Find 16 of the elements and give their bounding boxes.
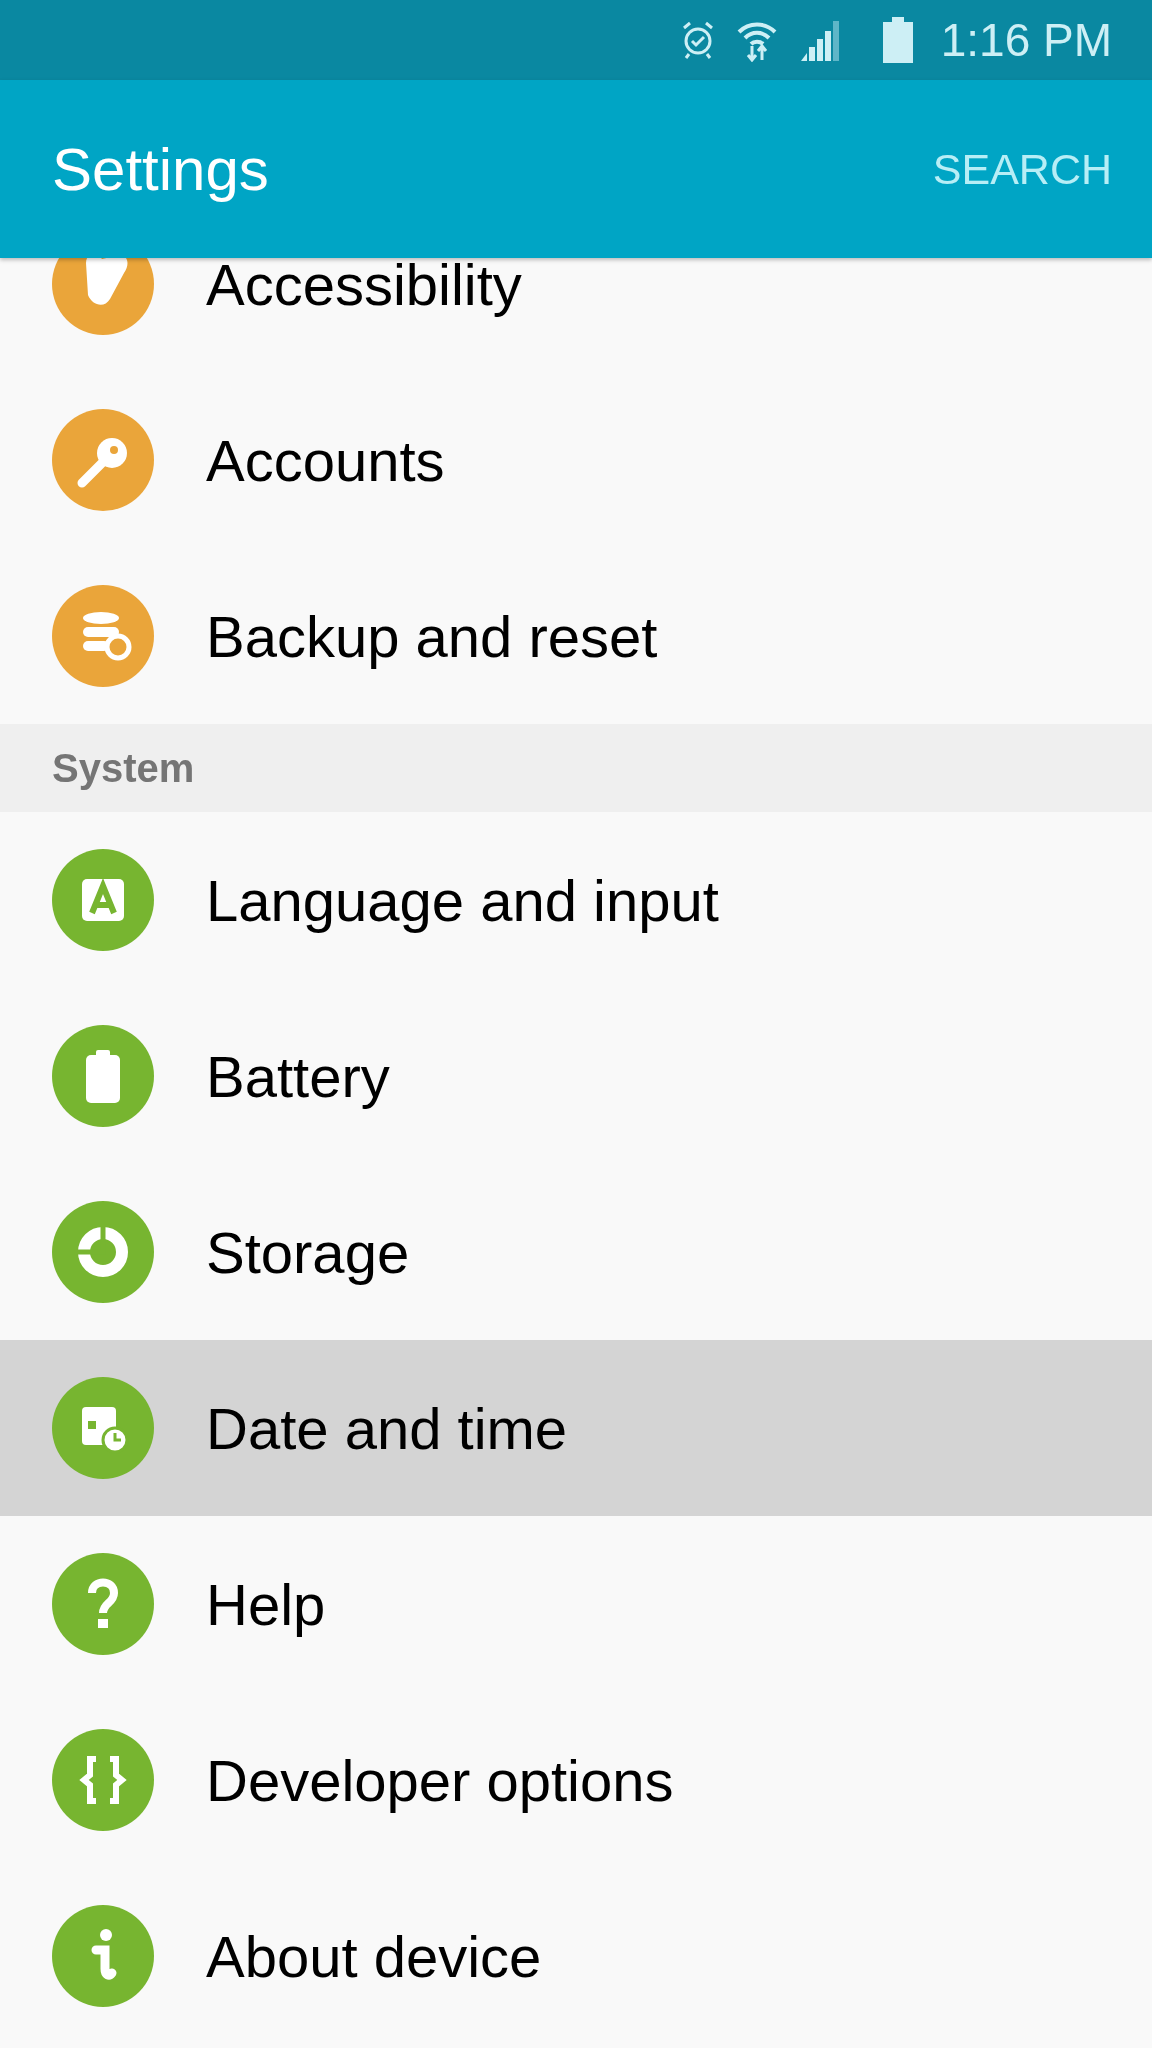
database-icon bbox=[52, 585, 154, 687]
pie-chart-icon bbox=[52, 1201, 154, 1303]
section-header: System bbox=[52, 745, 195, 791]
screen-title: Settings bbox=[52, 134, 269, 204]
status-time: 1:16 PM bbox=[940, 13, 1112, 67]
info-icon bbox=[52, 1905, 154, 2007]
signal-icon bbox=[798, 19, 839, 61]
alarm-clock-icon bbox=[680, 20, 715, 60]
letter-icon bbox=[52, 849, 154, 951]
braces-icon bbox=[52, 1729, 154, 1831]
settings-item[interactable]: Date and time bbox=[0, 1340, 1152, 1516]
key-icon bbox=[52, 409, 154, 511]
calendar-icon bbox=[52, 1377, 154, 1479]
battery-icon bbox=[52, 1025, 154, 1127]
help-icon bbox=[52, 1553, 154, 1655]
battery-icon bbox=[882, 17, 913, 63]
